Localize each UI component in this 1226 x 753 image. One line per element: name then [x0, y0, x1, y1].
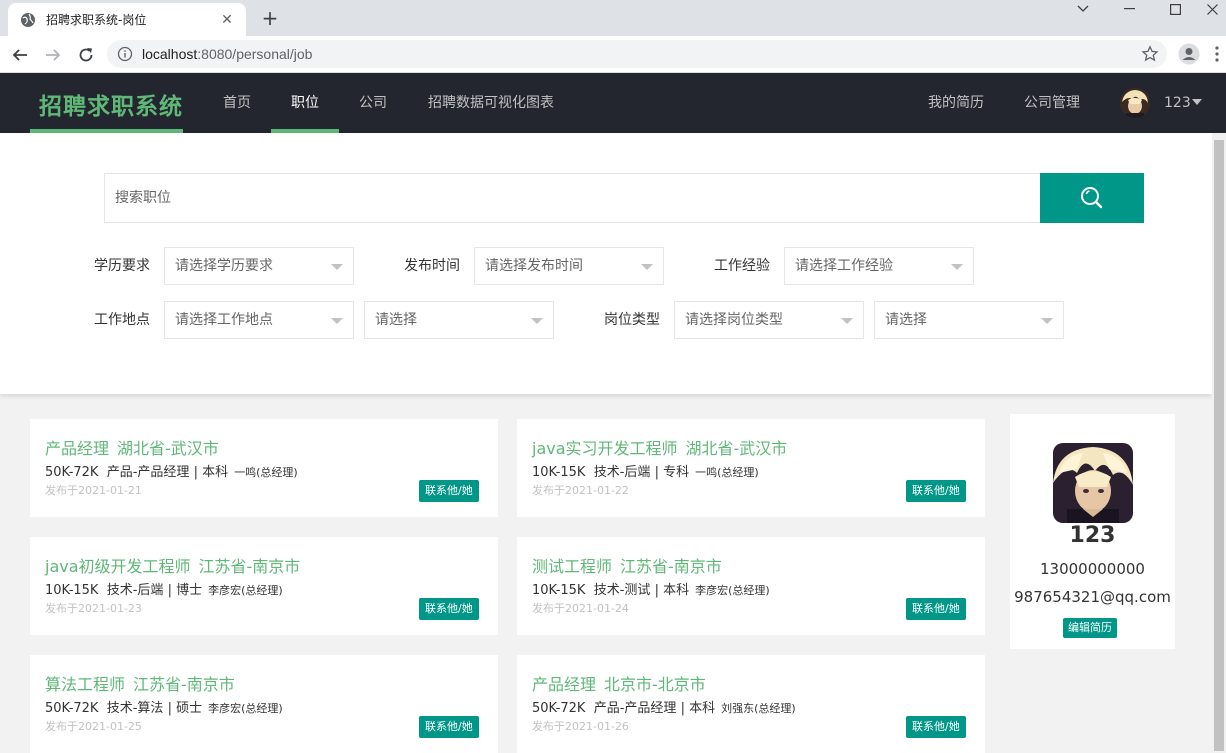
contact-button[interactable]: 联系他/她 [906, 716, 966, 738]
location-province-select[interactable]: 请选择工作地点 [164, 301, 354, 339]
job-subtype-select[interactable]: 请选择 [874, 301, 1064, 339]
chevron-down-icon [531, 318, 543, 324]
chevron-down-icon[interactable] [1060, 0, 1106, 18]
education-select[interactable]: 请选择学历要求 [164, 247, 354, 285]
search-panel: 搜索职位 学历要求 请选择学历要求 发布时间 请选择发布时间 工作经验 请选择工… [0, 133, 1212, 394]
job-title[interactable]: 产品经理 北京市-北京市 [532, 671, 706, 695]
job-meta: 10K-15K 技术-后端 | 博士 李彦宏(总经理) [45, 583, 283, 598]
edit-resume-button[interactable]: 编辑简历 [1063, 618, 1117, 638]
location-label: 工作地点 [94, 312, 150, 328]
profile-card: 123 13000000000 987654321@qq.com 编辑简历 [1010, 414, 1175, 649]
search-icon [1081, 187, 1103, 209]
contact-button[interactable]: 联系他/她 [906, 598, 966, 620]
chevron-down-icon [331, 318, 343, 324]
profile-avatar [1053, 443, 1133, 523]
job-meta: 10K-15K 技术-测试 | 本科 李彦宏(总经理) [532, 583, 770, 598]
job-type-label: 岗位类型 [604, 312, 660, 328]
job-title[interactable]: 算法工程师 江苏省-南京市 [45, 671, 235, 695]
experience-label: 工作经验 [714, 258, 770, 274]
job-date: 发布于2021-01-21 [45, 484, 142, 497]
globe-icon [21, 12, 35, 27]
job-title[interactable]: 产品经理 湖北省-武汉市 [45, 435, 219, 459]
chevron-down-icon [641, 264, 653, 270]
job-meta: 50K-72K 产品-产品经理 | 本科 刘强东(总经理) [532, 701, 796, 716]
user-name[interactable]: 123 [1164, 73, 1191, 133]
browser-toolbar: localhost:8080/personal/job [0, 36, 1226, 73]
forward-arrow-icon[interactable] [40, 42, 66, 68]
menu-kebab-icon[interactable] [1212, 44, 1222, 64]
job-meta: 50K-72K 产品-产品经理 | 本科 一鸣(总经理) [45, 465, 298, 480]
profile-email: 987654321@qq.com [1014, 588, 1171, 606]
job-date: 发布于2021-01-23 [45, 602, 142, 615]
browser-tab-bar: 招聘求职系统-岗位 ✕ + [0, 0, 1226, 36]
job-type-select[interactable]: 请选择岗位类型 [674, 301, 864, 339]
close-tab-icon[interactable]: ✕ [218, 12, 236, 28]
experience-select[interactable]: 请选择工作经验 [784, 247, 974, 285]
back-arrow-icon[interactable] [7, 42, 33, 68]
search-button[interactable] [1040, 173, 1144, 223]
contact-button[interactable]: 联系他/她 [419, 480, 479, 502]
minimize-icon[interactable] [1106, 0, 1152, 18]
nav-company-admin[interactable]: 公司管理 [1016, 73, 1088, 133]
job-meta: 50K-72K 技术-算法 | 硕士 李彦宏(总经理) [45, 701, 283, 716]
contact-button[interactable]: 联系他/她 [419, 716, 479, 738]
nav-my-resume[interactable]: 我的简历 [920, 73, 992, 133]
site-header: 招聘求职系统 首页 职位 公司 招聘数据可视化图表 我的简历 公司管理 123 [0, 73, 1226, 133]
job-card[interactable]: 算法工程师 江苏省-南京市 50K-72K 技术-算法 | 硕士 李彦宏(总经理) … [30, 655, 498, 753]
nav-home[interactable]: 首页 [214, 73, 260, 133]
tab-title: 招聘求职系统-岗位 [46, 13, 147, 27]
scrollbar-thumb[interactable] [1214, 140, 1224, 751]
contact-button[interactable]: 联系他/她 [906, 480, 966, 502]
job-date: 发布于2021-01-24 [532, 602, 629, 615]
education-label: 学历要求 [94, 258, 150, 274]
chevron-down-icon [1041, 318, 1053, 324]
job-title[interactable]: 测试工程师 江苏省-南京市 [532, 553, 722, 577]
info-icon[interactable] [117, 46, 133, 62]
chevron-down-icon [331, 264, 343, 270]
job-date: 发布于2021-01-25 [45, 720, 142, 733]
job-date: 发布于2021-01-22 [532, 484, 629, 497]
contact-button[interactable]: 联系他/她 [419, 598, 479, 620]
nav-charts[interactable]: 招聘数据可视化图表 [420, 73, 562, 133]
chevron-down-icon [951, 264, 963, 270]
profile-icon[interactable] [1178, 43, 1200, 65]
maximize-icon[interactable] [1152, 0, 1198, 18]
job-card[interactable]: java初级开发工程师 江苏省-南京市 10K-15K 技术-后端 | 博士 李彦宏… [30, 537, 498, 635]
reload-icon[interactable] [73, 42, 99, 68]
browser-tab[interactable]: 招聘求职系统-岗位 ✕ [8, 3, 246, 36]
job-title[interactable]: java实习开发工程师 湖北省-武汉市 [532, 435, 787, 459]
profile-phone: 13000000000 [1040, 560, 1145, 578]
job-card[interactable]: 产品经理 北京市-北京市 50K-72K 产品-产品经理 | 本科 刘强东(总经理)… [517, 655, 985, 753]
new-tab-button[interactable]: + [258, 6, 282, 30]
job-title[interactable]: java初级开发工程师 江苏省-南京市 [45, 553, 300, 577]
caret-down-icon[interactable] [1192, 99, 1202, 105]
location-city-select[interactable]: 请选择 [364, 301, 554, 339]
bookmark-star-icon[interactable] [1141, 45, 1159, 63]
job-card[interactable]: 测试工程师 江苏省-南京市 10K-15K 技术-测试 | 本科 李彦宏(总经理) … [517, 537, 985, 635]
job-card[interactable]: java实习开发工程师 湖北省-武汉市 10K-15K 技术-后端 | 专科 一鸣(… [517, 419, 985, 517]
job-meta: 10K-15K 技术-后端 | 专科 一鸣(总经理) [532, 465, 759, 480]
url-text: localhost:8080/personal/job [142, 46, 313, 62]
job-card[interactable]: 产品经理 湖北省-武汉市 50K-72K 产品-产品经理 | 本科 一鸣(总经理) … [30, 419, 498, 517]
chevron-down-icon [841, 318, 853, 324]
job-date: 发布于2021-01-26 [532, 720, 629, 733]
nav-jobs[interactable]: 职位 [271, 73, 339, 133]
site-logo[interactable]: 招聘求职系统 [39, 87, 183, 121]
publish-time-label: 发布时间 [404, 258, 460, 274]
close-window-icon[interactable] [1198, 0, 1226, 18]
user-avatar[interactable] [1120, 88, 1150, 118]
search-input[interactable]: 搜索职位 [104, 173, 1040, 223]
publish-time-select[interactable]: 请选择发布时间 [474, 247, 664, 285]
nav-companies[interactable]: 公司 [350, 73, 396, 133]
profile-name: 123 [1069, 523, 1116, 548]
address-bar[interactable]: localhost:8080/personal/job [107, 40, 1167, 68]
